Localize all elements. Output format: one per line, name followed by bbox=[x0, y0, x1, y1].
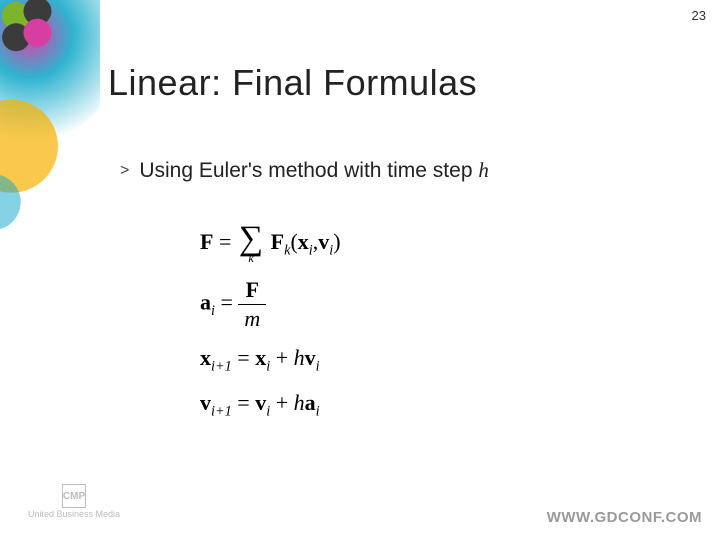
cmp-logo-mark: CMP bbox=[62, 484, 86, 508]
bullet-item: > Using Euler's method with time step h bbox=[120, 158, 489, 183]
eq3-term1-sub: i bbox=[266, 359, 270, 375]
bullet-glyph-icon: > bbox=[120, 162, 129, 180]
eq2-lhs: a bbox=[200, 290, 211, 315]
cmp-logo: CMP United Business Media bbox=[28, 484, 120, 520]
eq3-term2-sub: i bbox=[316, 359, 320, 375]
eq1-arg2-sub: i bbox=[329, 242, 333, 258]
eq4-coef: h bbox=[294, 390, 305, 415]
eq4-plus: + bbox=[276, 390, 288, 415]
eq3-equals: = bbox=[237, 345, 249, 370]
slide-decorative-art bbox=[0, 0, 100, 500]
sum-symbol: ∑ k bbox=[239, 224, 263, 264]
eq4-term2: a bbox=[305, 390, 316, 415]
bullet-text-prefix: Using Euler's method with time step bbox=[139, 159, 478, 182]
eq4-lhs-sub: i+1 bbox=[211, 403, 232, 419]
equation-force-sum: F = ∑ k Fk(xi,vi) bbox=[200, 224, 520, 264]
eq3-lhs-sub: i+1 bbox=[211, 359, 232, 375]
bullet-variable: h bbox=[478, 158, 489, 182]
eq2-equals: = bbox=[220, 290, 232, 315]
fraction-bar-icon bbox=[238, 304, 266, 305]
footer-url: WWW.GDCONF.COM bbox=[547, 509, 702, 526]
eq3-coef: h bbox=[294, 345, 305, 370]
eq2-fraction: F m bbox=[238, 278, 266, 331]
eq1-rhs-func: F bbox=[271, 229, 284, 254]
eq4-term1-sub: i bbox=[266, 403, 270, 419]
eq4-equals: = bbox=[237, 390, 249, 415]
equation-acceleration: ai = F m bbox=[200, 278, 520, 331]
eq1-rhs-func-sub: k bbox=[284, 242, 290, 258]
eq3-term2: v bbox=[305, 345, 316, 370]
eq3-lhs: x bbox=[200, 345, 211, 370]
equation-velocity-update: vi+1 = vi + hai bbox=[200, 390, 520, 420]
eq3-term1: x bbox=[255, 345, 266, 370]
bullet-text: Using Euler's method with time step h bbox=[139, 158, 488, 183]
cmp-logo-sub: United Business Media bbox=[28, 510, 120, 520]
eq1-arg2: v bbox=[318, 229, 329, 254]
eq2-numerator: F bbox=[238, 278, 266, 302]
eq1-lhs: F bbox=[200, 229, 213, 254]
slide-title: Linear: Final Formulas bbox=[108, 62, 477, 104]
eq1-equals: = bbox=[219, 229, 231, 254]
eq4-term2-sub: i bbox=[316, 403, 320, 419]
eq4-term1: v bbox=[255, 390, 266, 415]
formula-block: F = ∑ k Fk(xi,vi) ai = F m xi+1 = xi + h… bbox=[200, 210, 520, 434]
eq4-lhs: v bbox=[200, 390, 211, 415]
eq2-lhs-sub: i bbox=[211, 303, 215, 319]
eq3-plus: + bbox=[276, 345, 288, 370]
equation-position-update: xi+1 = xi + hvi bbox=[200, 345, 520, 375]
page-number: 23 bbox=[692, 8, 706, 23]
eq2-denominator: m bbox=[238, 307, 266, 331]
eq1-arg1: x bbox=[298, 229, 309, 254]
